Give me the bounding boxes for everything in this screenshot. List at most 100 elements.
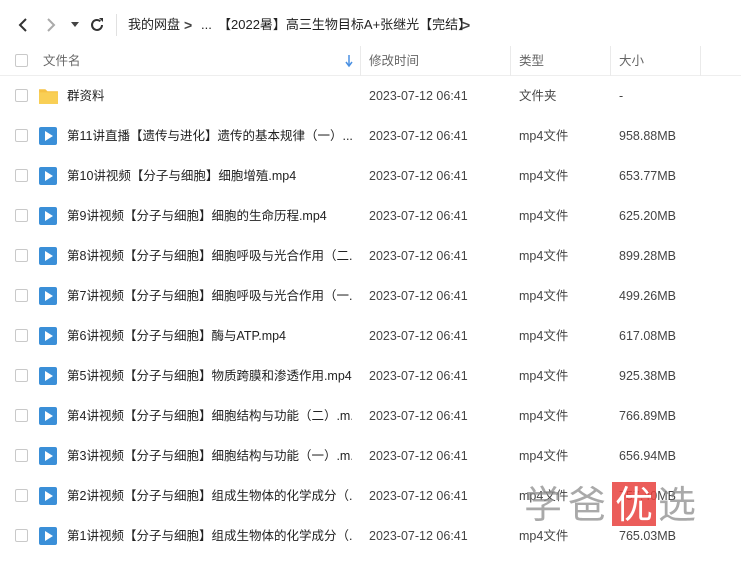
video-file-icon [39, 127, 57, 145]
file-name[interactable]: 第8讲视频【分子与细胞】细胞呼吸与光合作用（二... [67, 236, 352, 276]
breadcrumb-root[interactable]: 我的网盘 [128, 0, 180, 50]
list-item[interactable]: 第7讲视频【分子与细胞】细胞呼吸与光合作用（一... 2023-07-12 06… [0, 276, 741, 316]
column-divider[interactable] [510, 46, 511, 76]
row-checkbox[interactable] [15, 89, 28, 102]
list-item[interactable]: 群资料 2023-07-12 06:41 文件夹 - [0, 76, 741, 116]
video-file-icon [39, 407, 57, 425]
file-size: 499.26MB [619, 289, 676, 303]
file-type: mp4文件 [519, 449, 569, 463]
file-name[interactable]: 第4讲视频【分子与细胞】细胞结构与功能（二）.m... [67, 396, 352, 436]
file-type: mp4文件 [519, 529, 569, 543]
caret-down-icon [71, 22, 79, 27]
file-size: 899.28MB [619, 249, 676, 263]
column-header-mtime[interactable]: 修改时间 [369, 46, 419, 76]
file-name[interactable]: 第2讲视频【分子与细胞】组成生物体的化学成分（... [67, 476, 352, 516]
file-size: 958.88MB [619, 129, 676, 143]
file-size: 757.40MB [619, 489, 676, 503]
row-checkbox[interactable] [15, 409, 28, 422]
folder-icon [39, 89, 58, 104]
refresh-button[interactable] [86, 14, 108, 36]
file-mtime: 2023-07-12 06:41 [369, 369, 468, 383]
file-size: 653.77MB [619, 169, 676, 183]
file-size: 617.08MB [619, 329, 676, 343]
row-checkbox[interactable] [15, 249, 28, 262]
breadcrumb-separator: > [184, 17, 193, 33]
file-mtime: 2023-07-12 06:41 [369, 89, 468, 103]
file-name[interactable]: 群资料 [67, 76, 352, 116]
list-item[interactable]: 第2讲视频【分子与细胞】组成生物体的化学成分（... 2023-07-12 06… [0, 476, 741, 516]
video-file-icon [39, 247, 57, 265]
breadcrumb-ellipsis[interactable]: ... [201, 0, 212, 50]
file-size: 656.94MB [619, 449, 676, 463]
file-name[interactable]: 第1讲视频【分子与细胞】组成生物体的化学成分（... [67, 516, 352, 556]
row-checkbox[interactable] [15, 329, 28, 342]
row-checkbox[interactable] [15, 129, 28, 142]
forward-button[interactable] [40, 14, 62, 36]
video-file-icon [39, 287, 57, 305]
file-mtime: 2023-07-12 06:41 [369, 289, 468, 303]
file-mtime: 2023-07-12 06:41 [369, 129, 468, 143]
file-mtime: 2023-07-12 06:41 [369, 169, 468, 183]
nav-divider [116, 14, 117, 36]
list-item[interactable]: 第6讲视频【分子与细胞】酶与ATP.mp4 2023-07-12 06:41 m… [0, 316, 741, 356]
sort-down-icon[interactable] [345, 54, 353, 68]
file-size: 765.03MB [619, 529, 676, 543]
breadcrumb-separator: > [462, 17, 471, 33]
column-header-size[interactable]: 大小 [619, 46, 644, 76]
file-name[interactable]: 第9讲视频【分子与细胞】细胞的生命历程.mp4 [67, 196, 352, 236]
row-checkbox[interactable] [15, 529, 28, 542]
file-size: 766.89MB [619, 409, 676, 423]
video-file-icon [39, 447, 57, 465]
list-item[interactable]: 第4讲视频【分子与细胞】细胞结构与功能（二）.m... 2023-07-12 0… [0, 396, 741, 436]
row-checkbox[interactable] [15, 209, 28, 222]
video-file-icon [39, 327, 57, 345]
list-item[interactable]: 第5讲视频【分子与细胞】物质跨膜和渗透作用.mp4 2023-07-12 06:… [0, 356, 741, 396]
file-name[interactable]: 第11讲直播【遗传与进化】遗传的基本规律（一）.... [67, 116, 352, 156]
file-size: 925.38MB [619, 369, 676, 383]
list-item[interactable]: 第9讲视频【分子与细胞】细胞的生命历程.mp4 2023-07-12 06:41… [0, 196, 741, 236]
column-header-name[interactable]: 文件名 [43, 46, 81, 76]
refresh-icon [91, 18, 103, 31]
row-checkbox[interactable] [15, 489, 28, 502]
column-divider[interactable] [700, 46, 701, 76]
video-file-icon [39, 527, 57, 545]
select-all-checkbox[interactable] [15, 54, 28, 67]
row-checkbox[interactable] [15, 369, 28, 382]
file-name[interactable]: 第7讲视频【分子与细胞】细胞呼吸与光合作用（一... [67, 276, 352, 316]
file-type: mp4文件 [519, 129, 569, 143]
row-checkbox[interactable] [15, 289, 28, 302]
file-name[interactable]: 第10讲视频【分子与细胞】细胞增殖.mp4 [67, 156, 352, 196]
file-name[interactable]: 第6讲视频【分子与细胞】酶与ATP.mp4 [67, 316, 352, 356]
video-file-icon [39, 367, 57, 385]
column-header-type[interactable]: 类型 [519, 46, 544, 76]
history-dropdown[interactable] [67, 14, 83, 36]
file-mtime: 2023-07-12 06:41 [369, 529, 468, 543]
file-type: mp4文件 [519, 249, 569, 263]
file-name[interactable]: 第3讲视频【分子与细胞】细胞结构与功能（一）.m... [67, 436, 352, 476]
row-checkbox[interactable] [15, 449, 28, 462]
list-item[interactable]: 第1讲视频【分子与细胞】组成生物体的化学成分（... 2023-07-12 06… [0, 516, 741, 556]
file-mtime: 2023-07-12 06:41 [369, 489, 468, 503]
file-list-header: 文件名 修改时间 类型 大小 [0, 46, 741, 76]
column-divider[interactable] [360, 46, 361, 76]
breadcrumb-current[interactable]: 【2022暑】高三生物目标A+张继光【完结】 [218, 0, 471, 50]
list-item[interactable]: 第10讲视频【分子与细胞】细胞增殖.mp4 2023-07-12 06:41 m… [0, 156, 741, 196]
file-type: mp4文件 [519, 329, 569, 343]
video-file-icon [39, 167, 57, 185]
file-type: 文件夹 [519, 89, 557, 103]
video-file-icon [39, 487, 57, 505]
list-item[interactable]: 第8讲视频【分子与细胞】细胞呼吸与光合作用（二... 2023-07-12 06… [0, 236, 741, 276]
list-item[interactable]: 第11讲直播【遗传与进化】遗传的基本规律（一）.... 2023-07-12 0… [0, 116, 741, 156]
file-name[interactable]: 第5讲视频【分子与细胞】物质跨膜和渗透作用.mp4 [67, 356, 352, 396]
column-divider[interactable] [610, 46, 611, 76]
file-type: mp4文件 [519, 169, 569, 183]
list-item[interactable]: 第3讲视频【分子与细胞】细胞结构与功能（一）.m... 2023-07-12 0… [0, 436, 741, 476]
back-button[interactable] [12, 14, 34, 36]
file-mtime: 2023-07-12 06:41 [369, 249, 468, 263]
row-checkbox[interactable] [15, 169, 28, 182]
chevron-left-icon [18, 18, 27, 32]
video-file-icon [39, 207, 57, 225]
file-mtime: 2023-07-12 06:41 [369, 449, 468, 463]
file-type: mp4文件 [519, 369, 569, 383]
chevron-right-icon [47, 18, 56, 32]
